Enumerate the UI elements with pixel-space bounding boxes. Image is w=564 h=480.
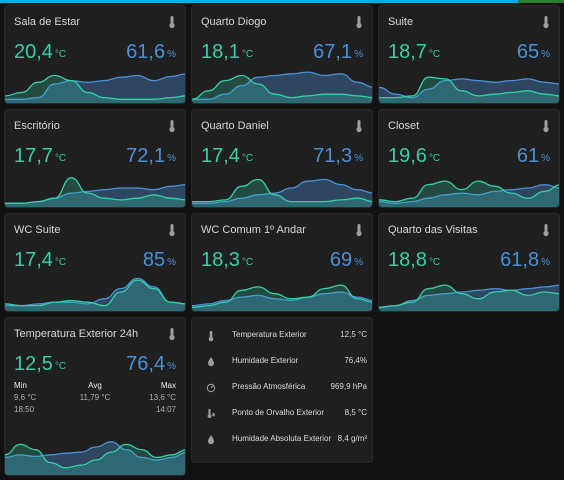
humidity-value: 76,4% [126, 353, 176, 375]
temperature-value: 20,4 °C [14, 41, 67, 63]
temperature-value: 18,3 °C [201, 249, 254, 271]
sensor-card[interactable]: Quarto Diogo 18,1 °C 67,1% [191, 5, 373, 104]
temperature-value: 18,8 °C [388, 249, 441, 271]
humidity-value: 85% [142, 249, 176, 271]
thermometer-icon [543, 224, 549, 237]
thermometer-icon [356, 224, 362, 237]
exterior-temperature-card[interactable]: Temperatura Exterior 24h 12,5 °C 76,4% Mi… [4, 317, 186, 476]
entity-value: 969,9 hPa [330, 382, 367, 391]
entity-label: Temperatura Exterior [232, 330, 307, 339]
card-title: Temperatura Exterior 24h [14, 328, 139, 340]
thermometer-icon [169, 328, 175, 341]
entity-value: 76,4% [344, 356, 367, 365]
thermometer-icon [169, 16, 175, 29]
entity-value: 8,4 g/m³ [337, 434, 367, 443]
thermometer-icon [543, 120, 549, 133]
sensor-card[interactable]: WC Comum 1º Andar 18,3 °C 69% [191, 213, 373, 312]
temperature-value: 17,4 °C [201, 145, 254, 167]
temperature-history-area [5, 280, 185, 311]
thermometer-icon [208, 330, 214, 342]
humidity-value: 67,1% [313, 41, 363, 63]
entity-label: Humidade Absoluta Exterior [232, 434, 332, 443]
temperature-value: 12,5 °C [14, 353, 67, 375]
gauge-icon [206, 383, 216, 393]
humidity-value: 61% [516, 145, 550, 167]
thermometer-icon [356, 16, 362, 29]
entity-label: Pressão Atmosférica [232, 382, 306, 391]
history-graph [379, 76, 559, 103]
thermometer-water-icon [207, 408, 215, 419]
sensor-card[interactable]: Quarto Daniel 17,4 °C 71,3% [191, 109, 373, 208]
temperature-value: 18,1 °C [201, 41, 254, 63]
entity-row[interactable]: Ponto de Orvalho Exterior 8,5 °C [202, 404, 367, 424]
card-title: Closet [388, 120, 420, 132]
entity-row[interactable]: Humidade Exterior 76,4% [202, 352, 367, 372]
thermometer-icon [169, 224, 175, 237]
sensor-card[interactable]: WC Suite 17,4 °C 85% [4, 213, 186, 312]
entity-label: Humidade Exterior [232, 356, 299, 365]
card-title: Escritório [14, 120, 60, 132]
top-accent-green [518, 0, 564, 3]
card-title: WC Comum 1º Andar [201, 224, 306, 236]
humidity-value: 71,3% [313, 145, 363, 167]
entity-label: Ponto de Orvalho Exterior [232, 408, 325, 417]
entity-row[interactable]: Pressão Atmosférica 969,9 hPa [202, 378, 367, 398]
card-title: Sala de Estar [14, 16, 81, 28]
sensor-card[interactable]: Closet 19,6 °C 61% [378, 109, 560, 208]
humidity-value: 72,1% [126, 145, 176, 167]
history-graph [5, 177, 185, 207]
card-title: WC Suite [14, 224, 61, 236]
humidity-value: 69% [329, 249, 363, 271]
sensor-card[interactable]: Sala de Estar 20,4 °C 61,6% [4, 5, 186, 104]
min-stat: Min 9,6 °C 18:50 [14, 381, 37, 414]
history-graph [5, 441, 185, 475]
water-drop-icon [208, 356, 214, 367]
entity-row[interactable]: Humidade Absoluta Exterior 8,4 g/m³ [202, 430, 367, 450]
temperature-history-area [192, 285, 372, 311]
entity-value: 12,5 °C [340, 330, 367, 339]
avg-stat: Avg 11,79 °C [79, 381, 111, 402]
exterior-entities-card: Temperatura Exterior 12,5 °C Humidade Exte… [191, 317, 373, 463]
humidity-value: 61,8% [500, 249, 550, 271]
water-drop-icon [208, 434, 214, 445]
sensor-card[interactable]: Escritório 17,7 °C 72,1% [4, 109, 186, 208]
entity-value: 8,5 °C [344, 408, 367, 417]
thermometer-icon [169, 120, 175, 133]
card-title: Quarto Daniel [201, 120, 269, 132]
sensor-card[interactable]: Quarto das Visitas 18,8 °C 61,8% [378, 213, 560, 312]
history-graph [192, 284, 372, 311]
history-graph [379, 180, 559, 207]
card-title: Suite [388, 16, 414, 28]
sensor-card[interactable]: Suite 18,7 °C 65% [378, 5, 560, 104]
temperature-value: 17,7 °C [14, 145, 67, 167]
history-graph [192, 178, 372, 207]
history-graph [192, 71, 372, 103]
card-title: Quarto das Visitas [388, 224, 478, 236]
temperature-value: 18,7 °C [388, 41, 441, 63]
temperature-value: 19,6 °C [388, 145, 441, 167]
top-accent-bar [0, 0, 564, 3]
history-graph [379, 284, 559, 311]
history-graph [5, 277, 185, 311]
max-stat: Max 13,6 °C 14:07 [149, 381, 176, 414]
temperature-value: 17,4 °C [14, 249, 67, 271]
humidity-value: 65% [516, 41, 550, 63]
entity-row[interactable]: Temperatura Exterior 12,5 °C [202, 326, 367, 346]
card-title: Quarto Diogo [201, 16, 267, 28]
humidity-value: 61,6% [126, 41, 176, 63]
thermometer-icon [543, 16, 549, 29]
thermometer-icon [356, 120, 362, 133]
history-graph [5, 73, 185, 103]
